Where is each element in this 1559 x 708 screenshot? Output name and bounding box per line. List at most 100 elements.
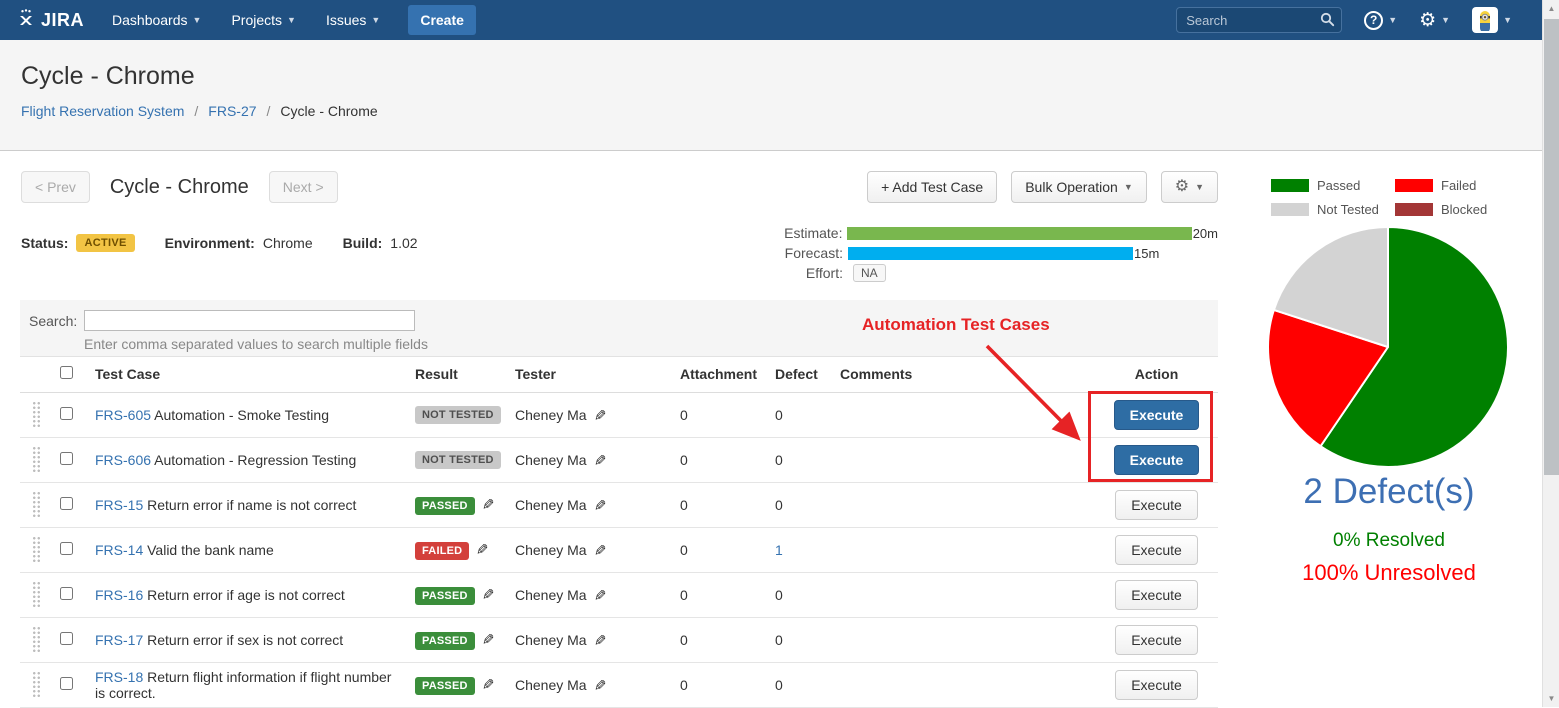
table-row: FRS-17 Return error if sex is not correc… xyxy=(20,617,1218,662)
legend-item-failed: Failed xyxy=(1395,178,1507,193)
scroll-down-arrow[interactable]: ▼ xyxy=(1543,690,1559,707)
test-case-name: Automation - Smoke Testing xyxy=(154,407,329,423)
row-checkbox[interactable] xyxy=(60,497,73,510)
edit-tester-icon[interactable]: ✎ xyxy=(590,633,608,646)
table-header-row: Test Case Result Tester Attachment Defec… xyxy=(20,357,1218,392)
nav-dashboards-label: Dashboards xyxy=(112,12,188,28)
edit-result-icon[interactable]: ✎ xyxy=(478,497,496,510)
bulk-operation-button[interactable]: Bulk Operation ▼ xyxy=(1011,171,1147,203)
tester-name: Cheney Ma xyxy=(515,407,587,423)
help-icon: ? xyxy=(1364,11,1383,30)
attachment-count: 0 xyxy=(680,407,688,423)
help-menu[interactable]: ? ▼ xyxy=(1364,11,1397,30)
drag-handle[interactable] xyxy=(32,626,41,653)
attachment-count: 0 xyxy=(680,587,688,603)
table-row: FRS-14 Valid the bank name FAILED✎ Chene… xyxy=(20,527,1218,572)
add-test-case-button[interactable]: + Add Test Case xyxy=(867,171,997,203)
attachment-count: 0 xyxy=(680,497,688,513)
test-case-id-link[interactable]: FRS-14 xyxy=(95,542,143,558)
drag-handle[interactable] xyxy=(32,581,41,608)
row-checkbox[interactable] xyxy=(60,632,73,645)
edit-tester-icon[interactable]: ✎ xyxy=(590,543,608,556)
defect-count: 0 xyxy=(775,497,783,513)
user-profile-menu[interactable]: ▼ xyxy=(1472,7,1512,33)
breadcrumb-project-link[interactable]: Flight Reservation System xyxy=(21,103,184,119)
row-checkbox[interactable] xyxy=(60,452,73,465)
row-checkbox[interactable] xyxy=(60,542,73,555)
edit-result-icon[interactable]: ✎ xyxy=(478,677,496,690)
cycle-meta: Status: ACTIVE Environment: Chrome Build… xyxy=(21,234,418,252)
admin-settings-menu[interactable]: ⚙ ▼ xyxy=(1419,11,1450,30)
execute-button[interactable]: Execute xyxy=(1115,490,1198,520)
edit-tester-icon[interactable]: ✎ xyxy=(590,588,608,601)
attachment-count: 0 xyxy=(680,677,688,693)
nav-issues[interactable]: Issues ▼ xyxy=(326,12,380,28)
test-case-name: Return error if age is not correct xyxy=(147,587,345,603)
scrollbar-thumb[interactable] xyxy=(1544,19,1559,475)
legend-item-not-tested: Not Tested xyxy=(1271,202,1391,217)
drag-handle[interactable] xyxy=(32,671,41,698)
scroll-up-arrow[interactable]: ▲ xyxy=(1543,0,1559,17)
execution-chart-panel: PassedFailedNot TestedBlocked 2 Defect(s… xyxy=(1238,170,1540,707)
test-case-name: Return error if name is not correct xyxy=(147,497,356,513)
edit-result-icon[interactable]: ✎ xyxy=(478,587,496,600)
table-row: FRS-606 Automation - Regression Testing … xyxy=(20,437,1218,482)
execute-button[interactable]: Execute xyxy=(1115,625,1198,655)
nav-projects[interactable]: Projects ▼ xyxy=(231,12,296,28)
table-row: FRS-18 Return flight information if flig… xyxy=(20,662,1218,707)
test-case-id-link[interactable]: FRS-16 xyxy=(95,587,143,603)
legend-swatch xyxy=(1271,179,1309,192)
drag-handle[interactable] xyxy=(32,536,41,563)
edit-tester-icon[interactable]: ✎ xyxy=(590,498,608,511)
status-label: Status: xyxy=(21,235,68,251)
test-case-name: Automation - Regression Testing xyxy=(154,452,356,468)
test-case-id-link[interactable]: FRS-18 xyxy=(95,669,143,685)
pie-legend: PassedFailedNot TestedBlocked xyxy=(1238,178,1540,217)
edit-tester-icon[interactable]: ✎ xyxy=(590,408,608,421)
execute-button[interactable]: Execute xyxy=(1115,535,1198,565)
edit-tester-icon[interactable]: ✎ xyxy=(590,453,608,466)
select-all-checkbox[interactable] xyxy=(60,366,73,379)
row-checkbox[interactable] xyxy=(60,407,73,420)
global-search-input[interactable] xyxy=(1176,7,1342,33)
result-badge: PASSED xyxy=(415,677,475,695)
attachment-count: 0 xyxy=(680,452,688,468)
chevron-down-icon: ▼ xyxy=(287,15,296,25)
test-case-id-link[interactable]: FRS-605 xyxy=(95,407,151,423)
column-header-attachment: Attachment xyxy=(670,357,765,392)
nav-projects-label: Projects xyxy=(231,12,282,28)
defect-count[interactable]: 1 xyxy=(775,542,783,558)
build-value: 1.02 xyxy=(390,235,417,251)
result-badge: FAILED xyxy=(415,542,469,560)
row-checkbox[interactable] xyxy=(60,677,73,690)
edit-tester-icon[interactable]: ✎ xyxy=(590,678,608,691)
prev-cycle-button[interactable]: < Prev xyxy=(21,171,90,203)
row-checkbox[interactable] xyxy=(60,587,73,600)
edit-result-icon[interactable]: ✎ xyxy=(478,632,496,645)
table-search-input[interactable] xyxy=(84,310,415,331)
test-case-id-link[interactable]: FRS-606 xyxy=(95,452,151,468)
drag-handle[interactable] xyxy=(32,491,41,518)
resolved-percent-text: 0% Resolved xyxy=(1238,530,1540,552)
legend-swatch xyxy=(1395,179,1433,192)
nav-dashboards[interactable]: Dashboards ▼ xyxy=(112,12,201,28)
progress-block: Estimate: 20m Forecast: 15m Effort: NA xyxy=(778,223,1218,283)
next-cycle-button[interactable]: Next > xyxy=(269,171,338,203)
defect-count: 0 xyxy=(775,587,783,603)
tester-name: Cheney Ma xyxy=(515,452,587,468)
edit-result-icon[interactable]: ✎ xyxy=(473,542,491,555)
execute-button[interactable]: Execute xyxy=(1115,670,1198,700)
defect-count: 0 xyxy=(775,632,783,648)
execute-button[interactable]: Execute xyxy=(1115,580,1198,610)
create-button[interactable]: Create xyxy=(408,5,476,35)
breadcrumb-issue-link[interactable]: FRS-27 xyxy=(208,103,256,119)
drag-handle[interactable] xyxy=(32,446,41,473)
test-case-id-link[interactable]: FRS-17 xyxy=(95,632,143,648)
jira-logo[interactable]: JIRA xyxy=(16,9,84,31)
build-label: Build: xyxy=(343,235,383,251)
legend-label: Passed xyxy=(1317,178,1360,193)
drag-handle[interactable] xyxy=(32,401,41,428)
result-badge: NOT TESTED xyxy=(415,451,501,469)
test-case-id-link[interactable]: FRS-15 xyxy=(95,497,143,513)
cycle-settings-button[interactable]: ⚙ ▼ xyxy=(1161,171,1218,203)
